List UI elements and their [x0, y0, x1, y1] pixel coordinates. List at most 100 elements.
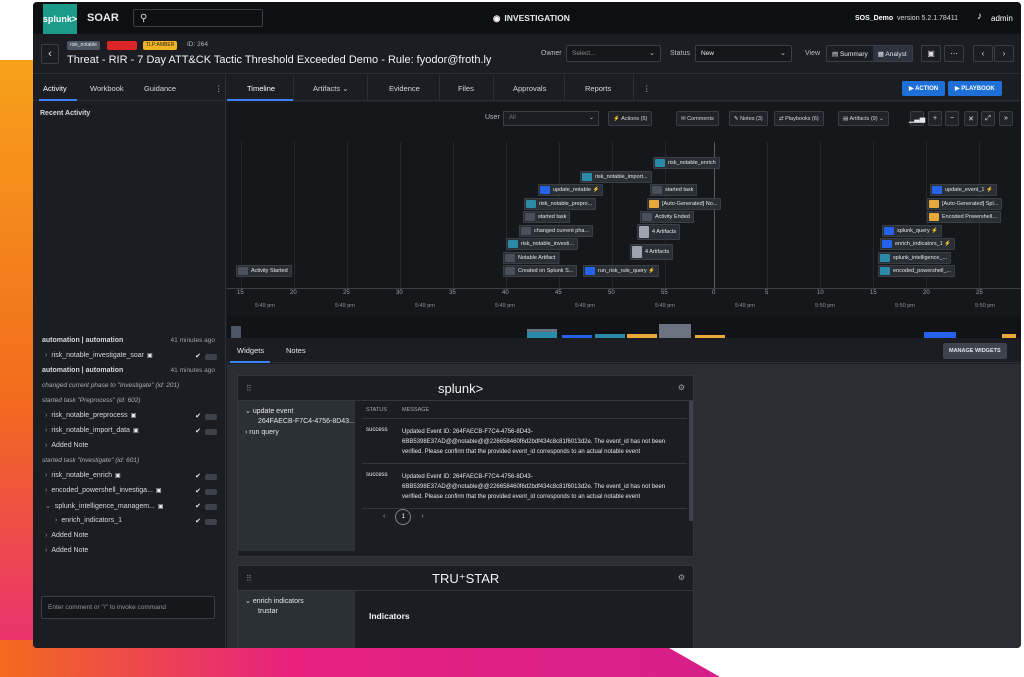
more-icon[interactable]	[205, 414, 217, 420]
scroll-right-button[interactable]: »	[999, 111, 1013, 126]
edit-icon[interactable]: ▣	[133, 428, 139, 434]
timeline-event[interactable]: started task	[523, 211, 571, 223]
timeline-event[interactable]: risk_notable_import...	[580, 171, 652, 183]
filter-artifacts[interactable]: ▤ Artifacts (9) ⌄	[838, 111, 889, 126]
global-search[interactable]: ⚲	[133, 9, 263, 27]
tab-widgets[interactable]: Widgets	[237, 346, 264, 355]
timeline-event[interactable]: [Auto-Generated] Spl...	[927, 198, 1003, 210]
filter-playbooks[interactable]: ⇄ Playbooks (6)	[774, 111, 824, 126]
next-page-button[interactable]: ›	[421, 513, 423, 520]
expand-button[interactable]: ⤢	[981, 111, 995, 126]
more-options-button[interactable]: ⋯	[944, 45, 964, 62]
collapse-button[interactable]: ✕	[964, 111, 978, 126]
timeline-event[interactable]: risk_notable_prepro...	[524, 198, 597, 210]
status-select[interactable]: New ⌄	[695, 45, 792, 62]
tab-timeline[interactable]: Timeline	[247, 84, 275, 93]
timeline-event[interactable]: 4 Artifacts	[630, 244, 674, 260]
timeline-event[interactable]: update_event_1 ⚡	[930, 184, 997, 196]
drag-handle-icon[interactable]: ⠿	[246, 574, 252, 583]
tab-approvals[interactable]: Approvals	[513, 84, 546, 93]
filter-actions[interactable]: ⚡ Actions (5)	[608, 111, 653, 126]
page-number[interactable]: 1	[395, 509, 412, 525]
playbook-button[interactable]: ▶ PLAYBOOK	[948, 81, 1002, 96]
edit-icon[interactable]: ▣	[115, 473, 121, 479]
tree-item-enrich-indicators[interactable]: ⌄ enrich indicators	[238, 597, 355, 608]
more-icon[interactable]	[205, 504, 217, 510]
timeline-minimap[interactable]	[227, 316, 1021, 338]
comment-input[interactable]: Enter comment or "/" to invoke command	[41, 596, 215, 619]
feed-playbook-item[interactable]: ⌄ splunk_intelligence_managem... ▣ ✔	[33, 502, 225, 517]
filter-comments[interactable]: ✉ Comments	[676, 111, 719, 126]
feed-playbook-item[interactable]: › risk_notable_preprocess ▣ ✔	[33, 412, 225, 427]
histogram-toggle[interactable]: ▁▃▅	[909, 111, 925, 126]
filter-notes[interactable]: ✎ Notes (3)	[729, 111, 768, 126]
timeline-event[interactable]: Activity Started	[236, 265, 292, 277]
timeline-event[interactable]: Encoded Powershell...	[927, 211, 1001, 223]
tree-item-update-event[interactable]: ⌄ update event	[238, 407, 355, 418]
tab-evidence[interactable]: Evidence	[389, 84, 420, 93]
main-tabs-menu[interactable]: ⋮	[643, 84, 651, 93]
more-icon[interactable]	[205, 429, 217, 435]
timeline-event[interactable]: Activity Ended	[640, 211, 694, 223]
feed-playbook-item[interactable]: › risk_notable_investigate_soar ▣ ✔	[33, 352, 225, 367]
feed-note-item[interactable]: › Added Note	[33, 532, 225, 547]
tab-guidance[interactable]: Guidance	[144, 84, 176, 93]
timeline-event[interactable]: splunk_intelligence_...	[878, 252, 952, 264]
tab-activity[interactable]: Activity	[43, 84, 67, 93]
tab-files[interactable]: Files	[458, 84, 474, 93]
left-tabs-menu[interactable]: ⋮	[215, 84, 223, 93]
timeline-event[interactable]: run_risk_rule_query ⚡	[583, 265, 659, 277]
prev-case-button[interactable]: ‹	[973, 45, 993, 62]
drag-handle-icon[interactable]: ⠿	[246, 384, 252, 393]
bell-icon[interactable]: ♪	[977, 11, 982, 22]
timeline-event[interactable]: risk_notable_enrich	[653, 157, 720, 169]
timeline-event[interactable]: encoded_powershell_...	[878, 265, 956, 277]
tab-artifacts[interactable]: Artifacts ⌄	[313, 84, 348, 93]
feed-note-item[interactable]: › Added Note	[33, 442, 225, 457]
timeline-event[interactable]: [Auto-Generated] No...	[647, 198, 722, 210]
timeline-event[interactable]: changed current pha...	[519, 225, 594, 237]
timeline-event[interactable]: risk_notable_investi...	[506, 238, 578, 250]
view-summary-button[interactable]: ▤ Summary	[827, 46, 873, 61]
timeline-event[interactable]: splunk_query ⚡	[882, 225, 943, 237]
manage-widgets-button[interactable]: MANAGE WIDGETS	[943, 343, 1007, 359]
timeline-event[interactable]: update_notable ⚡	[538, 184, 604, 196]
view-analyst-button[interactable]: ▦ Analyst	[872, 46, 912, 61]
tab-notes[interactable]: Notes	[286, 346, 306, 355]
feed-sub-item[interactable]: › enrich_indicators_1 ✔	[33, 517, 225, 532]
tab-reports[interactable]: Reports	[585, 84, 611, 93]
edit-icon[interactable]: ▣	[156, 488, 162, 494]
tab-workbook[interactable]: Workbook	[90, 84, 124, 93]
edit-icon[interactable]: ▣	[131, 413, 137, 419]
gear-icon[interactable]: ⚙	[678, 573, 685, 582]
more-icon[interactable]	[205, 489, 217, 495]
feed-playbook-item[interactable]: › risk_notable_enrich ▣ ✔	[33, 472, 225, 487]
timeline-event[interactable]: started task	[650, 184, 698, 196]
timeline-event[interactable]: 4 Artifacts	[637, 224, 681, 240]
tree-item-run-query[interactable]: › run query	[238, 429, 355, 440]
feed-playbook-item[interactable]: › encoded_powershell_investiga... ▣ ✔	[33, 487, 225, 502]
briefcase-button[interactable]: ▣	[921, 45, 941, 62]
owner-select[interactable]: Select... ⌄	[566, 45, 661, 62]
gear-icon[interactable]: ⚙	[678, 383, 685, 392]
scrollbar[interactable]	[689, 401, 693, 521]
edit-icon[interactable]: ▣	[158, 504, 164, 510]
more-icon[interactable]	[205, 354, 217, 360]
tree-item-event-id[interactable]: 264FAECB-F7C4-4756-8D43...	[238, 418, 355, 429]
prev-page-button[interactable]: ‹	[383, 513, 385, 520]
zoom-in-button[interactable]: +	[928, 111, 942, 126]
more-icon[interactable]	[205, 474, 217, 480]
back-button[interactable]: ‹	[41, 44, 59, 64]
edit-icon[interactable]: ▣	[147, 353, 153, 359]
timeline-event[interactable]: Created on Splunk S...	[503, 265, 578, 277]
timeline-event[interactable]: enrich_indicators_1 ⚡	[880, 238, 956, 250]
action-button[interactable]: ▶ ACTION	[902, 81, 946, 96]
tree-item-trustar[interactable]: trustar	[238, 608, 355, 619]
timeline-event[interactable]: Notable Artifact	[503, 252, 560, 264]
zoom-out-button[interactable]: −	[945, 111, 959, 126]
user-menu[interactable]: admin	[991, 14, 1013, 23]
more-icon[interactable]	[205, 519, 217, 525]
splunk-logo[interactable]: splunk>	[43, 4, 77, 34]
feed-playbook-item[interactable]: › risk_notable_import_data ▣ ✔	[33, 427, 225, 442]
next-case-button[interactable]: ›	[994, 45, 1014, 62]
